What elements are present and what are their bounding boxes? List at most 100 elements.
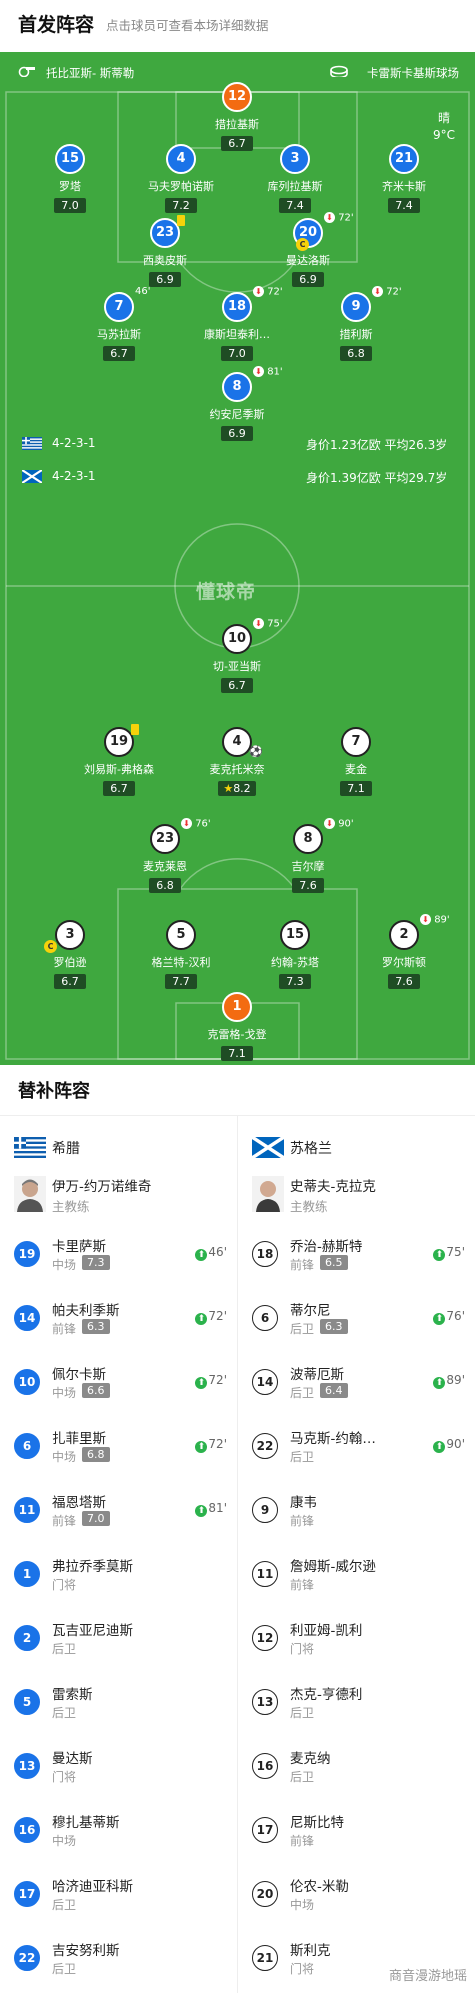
player-greece-23[interactable]: 23 西奥皮斯 6.9	[105, 215, 225, 287]
sub-player-row[interactable]: 19 卡里萨斯 中场 7.3 ⬆ 46'	[0, 1235, 237, 1299]
player-greece-4[interactable]: 4 马夫罗帕诺斯 7.2	[121, 144, 241, 213]
player-name: 措利斯	[339, 328, 373, 341]
player-number: 5	[14, 1689, 40, 1715]
sub-minute: 89'	[446, 1373, 465, 1387]
player-rating: 6.8	[340, 346, 372, 361]
sub-out-icon: ⬇	[324, 212, 335, 223]
player-name: 格兰特-汉利	[151, 956, 211, 969]
coach-avatar	[14, 1176, 46, 1212]
player-scotland-4[interactable]: 4 ⚽ 麦克托米奈 ★8.2	[177, 727, 297, 796]
player-greece-8[interactable]: 8 ⬇ 81' 约安尼季斯 6.9	[177, 366, 297, 441]
player-rating: 7.0	[82, 1511, 110, 1526]
player-position: 门将	[290, 1962, 315, 1976]
sub-player-row[interactable]: 9 康韦 前锋	[238, 1491, 475, 1555]
player-position: 后卫	[52, 1642, 77, 1656]
sub-player-row[interactable]: 20 伦农-米勒 中场	[238, 1875, 475, 1939]
player-greece-7[interactable]: 7 46' 马苏拉斯 6.7	[59, 286, 179, 361]
rating-value: 8.2	[233, 782, 251, 795]
player-number: 8	[222, 372, 252, 402]
player-greece-18[interactable]: 18 ⬇ 72' 康斯坦泰利… 7.0	[177, 286, 297, 361]
coach-row[interactable]: 伊万-约万诺维奇 主教练	[0, 1173, 237, 1235]
player-scotland-7[interactable]: 7 麦金 7.1	[296, 727, 416, 796]
sub-player-row[interactable]: 12 利亚姆-凯利 门将	[238, 1619, 475, 1683]
player-greece-20[interactable]: 20 ⬇ 72' C 曼达洛斯 6.9	[248, 212, 368, 287]
sub-player-row[interactable]: 14 波蒂厄斯 后卫 6.4 ⬆ 89'	[238, 1363, 475, 1427]
player-name: 麦克纳	[290, 1751, 331, 1767]
player-number: 21	[389, 144, 419, 174]
player-scotland-5[interactable]: 5 格兰特-汉利 7.7	[121, 920, 241, 989]
player-number: 13	[252, 1689, 278, 1715]
sub-player-row[interactable]: 22 吉安努利斯 后卫	[0, 1939, 237, 1993]
sub-in-icon: ⬆	[195, 1505, 208, 1517]
player-number: 5	[166, 920, 196, 950]
player-greece-9[interactable]: 9 ⬇ 72' 措利斯 6.8	[296, 286, 416, 361]
player-scotland-10[interactable]: 10 ⬇ 75' 切-亚当斯 6.7	[177, 618, 297, 693]
star-icon: ★	[223, 782, 234, 795]
player-name: 佩尔卡斯	[52, 1367, 106, 1383]
player-number: 20	[252, 1881, 278, 1907]
yellow-card-icon	[177, 215, 185, 226]
sub-in-icon: ⬆	[433, 1441, 446, 1453]
sub-in-time: ⬆ 89'	[433, 1373, 465, 1389]
coach-row[interactable]: 史蒂夫-克拉克 主教练	[238, 1173, 475, 1235]
player-rating: 7.7	[165, 974, 197, 989]
sub-player-row[interactable]: 10 佩尔卡斯 中场 6.6 ⬆ 72'	[0, 1363, 237, 1427]
greece-flag-icon	[14, 1137, 46, 1158]
player-position: 门将	[52, 1770, 77, 1784]
sub-player-row[interactable]: 6 扎菲里斯 中场 6.8 ⬆ 72'	[0, 1427, 237, 1491]
sub-in-time: ⬆ 81'	[195, 1501, 227, 1517]
sub-player-row[interactable]: 16 穆扎基蒂斯 中场	[0, 1811, 237, 1875]
sub-player-row[interactable]: 14 帕夫利季斯 前锋 6.3 ⬆ 72'	[0, 1299, 237, 1363]
sub-out-icon: ⬇	[372, 286, 383, 297]
player-greece-15[interactable]: 15 罗塔 7.0	[10, 144, 130, 213]
player-name: 康斯坦泰利…	[204, 328, 270, 341]
watermark-logo: 懂球帝	[196, 581, 257, 603]
sub-player-row[interactable]: 11 詹姆斯-威尔逊 前锋	[238, 1555, 475, 1619]
player-scotland-19[interactable]: 19 刘易斯-弗格森 6.7	[59, 724, 179, 796]
sub-player-row[interactable]: 1 弗拉乔季莫斯 门将	[0, 1555, 237, 1619]
sub-player-row[interactable]: 22 马克斯-约翰… 后卫 ⬆ 90'	[238, 1427, 475, 1491]
sub-player-row[interactable]: 13 曼达斯 门将	[0, 1747, 237, 1811]
sub-player-row[interactable]: 11 福恩塔斯 前锋 7.0 ⬆ 81'	[0, 1491, 237, 1555]
player-number: 14	[252, 1369, 278, 1395]
player-scotland-3[interactable]: 3 C 罗伯逊 6.7	[10, 920, 130, 989]
player-number: 19	[104, 727, 134, 757]
yellow-card-icon	[131, 724, 139, 735]
player-number: 2	[389, 920, 419, 950]
footer-watermark: 商音漫游地瑶	[388, 1969, 467, 1984]
player-name: 弗拉乔季莫斯	[52, 1559, 133, 1575]
sub-minute: 46'	[208, 1245, 227, 1259]
player-name: 卡里萨斯	[52, 1239, 106, 1255]
player-scotland-1[interactable]: 1 克雷格-戈登 7.1	[177, 992, 297, 1061]
greece-flag-icon	[22, 437, 42, 450]
player-rating: 6.3	[320, 1319, 348, 1334]
header-hint: 点击球员可查看本场详细数据	[106, 18, 269, 33]
player-greece-21[interactable]: 21 齐米卡斯 7.4	[344, 144, 464, 213]
sub-player-row[interactable]: 5 雷索斯 后卫	[0, 1683, 237, 1747]
team-header: 希腊	[0, 1115, 237, 1173]
player-scotland-2[interactable]: 2 ⬇ 89' 罗尔斯顿 7.6	[344, 914, 464, 989]
sub-out-marker: ⬇ 81'	[253, 366, 283, 378]
player-number: 2	[14, 1625, 40, 1651]
sub-player-row[interactable]: 17 哈济迪亚科斯 后卫	[0, 1875, 237, 1939]
captain-icon: C	[44, 940, 57, 953]
sub-player-row[interactable]: 6 蒂尔尼 后卫 6.3 ⬆ 76'	[238, 1299, 475, 1363]
player-name: 西奥皮斯	[143, 254, 187, 267]
player-scotland-23[interactable]: 23 ⬇ 76' 麦克莱恩 6.8	[105, 818, 225, 893]
sub-player-row[interactable]: 17 尼斯比特 前锋	[238, 1811, 475, 1875]
sub-list: 18 乔治-赫斯特 前锋 6.5 ⬆ 75' 6 蒂尔尼 后卫 6.3 ⬆ 76' 14 波蒂厄斯 后卫 6.…	[238, 1235, 475, 1993]
sub-player-row[interactable]: 13 杰克-亨德利 后卫	[238, 1683, 475, 1747]
player-scotland-8[interactable]: 8 ⬇ 90' 吉尔摩 7.6	[248, 818, 368, 893]
player-greece-12[interactable]: 12 措拉基斯 6.7	[177, 82, 297, 151]
subs-column-greece: 希腊 伊万-约万诺维奇 主教练 19 卡里萨斯 中场 7.3 ⬆ 46' 14 帕夫利季斯 前锋…	[0, 1115, 237, 1993]
player-number: 9	[252, 1497, 278, 1523]
player-rating: 7.0	[54, 198, 86, 213]
sub-in-time: ⬆ 46'	[195, 1245, 227, 1261]
sub-player-row[interactable]: 2 瓦吉亚尼迪斯 后卫	[0, 1619, 237, 1683]
team-name: 希腊	[52, 1141, 80, 1157]
player-scotland-15[interactable]: 15 约翰-苏塔 7.3	[235, 920, 355, 989]
venue-name: 卡雷斯卡基斯球场	[367, 66, 459, 80]
player-greece-3[interactable]: 3 库列拉基斯 7.4	[235, 144, 355, 213]
sub-player-row[interactable]: 16 麦克纳 后卫	[238, 1747, 475, 1811]
sub-player-row[interactable]: 18 乔治-赫斯特 前锋 6.5 ⬆ 75'	[238, 1235, 475, 1299]
